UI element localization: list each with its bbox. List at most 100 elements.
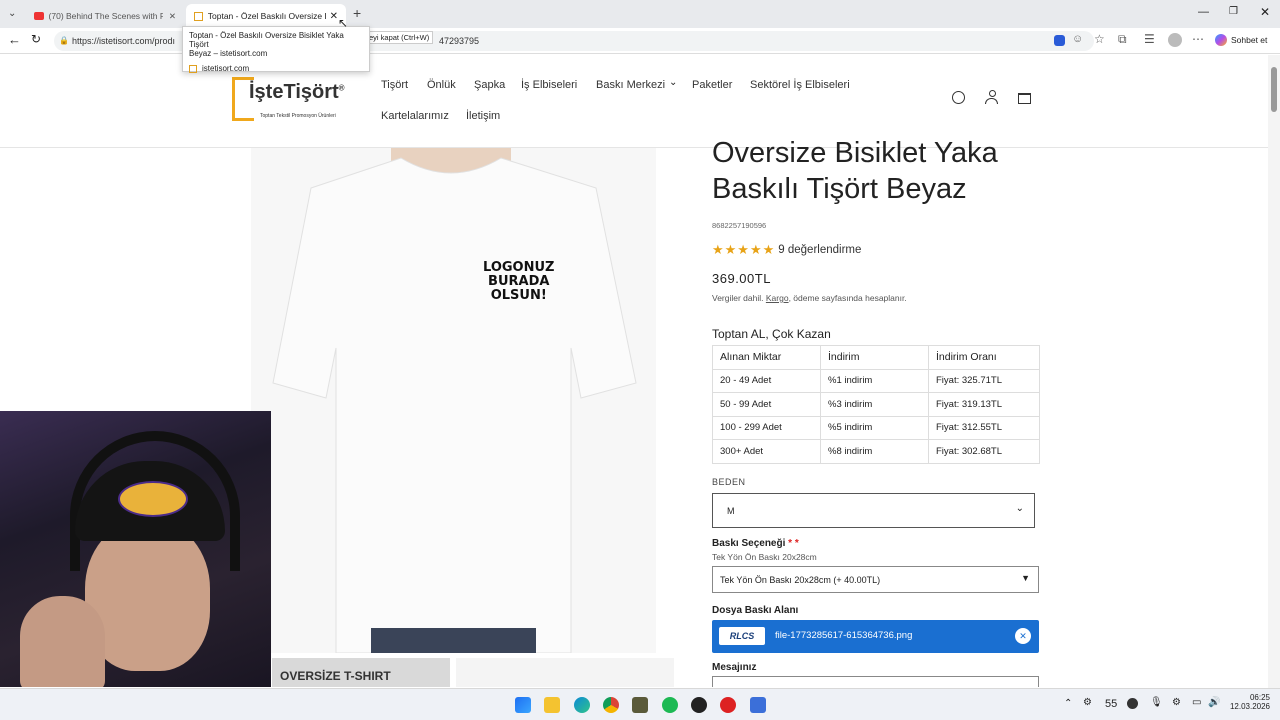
copilot-chat-button[interactable]: Sohbet et xyxy=(1215,34,1267,46)
page-scrollbar[interactable] xyxy=(1268,55,1280,688)
clock[interactable]: 06:25 12.03.2026 xyxy=(1226,693,1270,711)
site-logo[interactable]: İşteTişört® Toptan Tekstil Promosyon Ürü… xyxy=(232,75,357,125)
restore-icon[interactable]: ❐ xyxy=(1229,6,1238,17)
dropdown-arrow-icon: ▼ xyxy=(1021,573,1030,583)
nav-tisort[interactable]: Tişört xyxy=(381,79,408,91)
app-icon[interactable] xyxy=(632,697,648,713)
nav-is-elbiseleri[interactable]: İş Elbiseleri xyxy=(521,79,577,91)
hand-graphic xyxy=(20,596,105,687)
print-option-value: Tek Yön Ön Baskı 20x28cm (+ 40.00TL) xyxy=(720,575,881,585)
tab-list-chevron-icon[interactable]: ⌄ xyxy=(8,8,16,19)
reload-icon[interactable]: ↻ xyxy=(31,32,41,46)
wholesale-table: Alınan Miktar İndirim İndirim Oranı 20 -… xyxy=(712,345,1040,464)
nav-baski-merkezi[interactable]: Baskı Merkezi xyxy=(596,79,665,91)
chevron-down-icon: ⌄ xyxy=(1015,503,1024,514)
back-icon[interactable]: ← xyxy=(8,32,21,47)
emoji-icon[interactable]: ☺ xyxy=(1072,33,1083,45)
more-menu-icon[interactable]: ⋯ xyxy=(1192,32,1204,46)
windows-start-icon[interactable] xyxy=(515,697,531,713)
file-name: file-1773285617-615364736.png xyxy=(775,630,913,641)
close-window-icon[interactable]: ✕ xyxy=(1260,5,1270,19)
webcam-overlay xyxy=(0,411,271,687)
nav-paketler[interactable]: Paketler xyxy=(692,79,732,91)
account-icon[interactable] xyxy=(985,90,999,105)
display-icon[interactable]: ▭ xyxy=(1192,697,1201,708)
tab-close-icon[interactable]: ✕ xyxy=(330,11,338,22)
mouse-cursor: ↖ xyxy=(338,16,349,30)
product-thumbnail-1[interactable]: OVERSİZE T-SHIRT xyxy=(272,658,450,687)
tray-settings-icon[interactable]: ⚙ xyxy=(1172,697,1181,708)
remove-file-icon[interactable]: ✕ xyxy=(1015,628,1031,644)
tshirt-illustration xyxy=(272,148,637,653)
print-option-select[interactable]: Tek Yön Ön Baskı 20x28cm (+ 40.00TL) ▼ xyxy=(712,566,1039,593)
shipping-link[interactable]: Kargo xyxy=(766,293,789,303)
close-tab-hint: eyi kapat (Ctrl+W) xyxy=(365,31,434,44)
product-price: 369.00TL xyxy=(712,271,771,286)
product-sku: 8682257190596 xyxy=(712,221,767,230)
temperature-readout: 55 xyxy=(1105,698,1118,710)
minimize-icon[interactable]: — xyxy=(1198,6,1209,18)
wholesale-title: Toptan AL, Çok Kazan xyxy=(712,327,831,341)
extension-icon[interactable] xyxy=(1054,35,1065,46)
print-option-label: Baskı Seçeneği * * xyxy=(712,538,799,549)
message-input[interactable] xyxy=(712,676,1039,687)
tray-steam-icon[interactable] xyxy=(1127,698,1138,709)
thumbnail-text: OVERSİZE T-SHIRT xyxy=(280,669,391,683)
print-option-subtext: Tek Yön Ön Baskı 20x28cm xyxy=(712,552,817,562)
size-label: BEDEN xyxy=(712,477,746,487)
tray-chevron-icon[interactable]: ⌃ xyxy=(1064,698,1072,709)
spotify-icon[interactable] xyxy=(662,697,678,713)
youtube-icon xyxy=(34,12,44,20)
chrome-icon[interactable] xyxy=(603,697,619,713)
table-row: 100 - 299 Adet %5 indirim Fiyat: 312.55TL xyxy=(712,415,1040,440)
file-badge: RLCS xyxy=(719,627,765,645)
nav-sapka[interactable]: Şapka xyxy=(474,79,505,91)
nav-onluk[interactable]: Önlük xyxy=(427,79,456,91)
table-row: 300+ Adet %8 indirim Fiyat: 302.68TL xyxy=(712,439,1040,464)
size-select[interactable]: M ⌄ xyxy=(712,493,1035,528)
clock-date: 12.03.2026 xyxy=(1229,702,1270,711)
copilot-label: Sohbet et xyxy=(1231,35,1268,45)
tab-close-icon[interactable]: ✕ xyxy=(169,11,176,22)
browser-tab-bar: ⌄ (70) Behind The Scenes with Pros ✕ Top… xyxy=(0,0,1280,28)
web-page: İşteTişört® Toptan Tekstil Promosyon Ürü… xyxy=(0,55,1268,687)
product-thumbnail-2[interactable] xyxy=(456,658,674,687)
tab-inactive[interactable]: (70) Behind The Scenes with Pros ✕ xyxy=(26,4,184,28)
file-explorer-icon[interactable] xyxy=(544,697,560,713)
edge-icon[interactable] xyxy=(574,697,590,713)
extensions-puzzle-icon[interactable]: ⧉ xyxy=(1118,32,1127,47)
profile-avatar[interactable] xyxy=(1168,33,1182,47)
product-title-line1: Oversize Bisiklet Yaka xyxy=(712,137,998,169)
record-app-icon[interactable] xyxy=(720,697,736,713)
new-tab-icon[interactable]: + xyxy=(353,5,361,21)
lock-icon: 🔒 xyxy=(59,36,69,45)
nav-sektorel[interactable]: Sektörel İş Elbiseleri xyxy=(750,79,850,91)
cart-icon[interactable] xyxy=(1018,93,1031,104)
file-upload-field[interactable]: RLCS file-1773285617-615364736.png ✕ xyxy=(712,620,1039,653)
microphone-icon[interactable]: 🎙 xyxy=(1150,697,1163,708)
rating[interactable]: ★★★★★ 9 değerlendirme xyxy=(712,242,861,258)
tab-active[interactable]: Toptan - Özel Baskılı Oversize Bisik ✕ xyxy=(186,4,346,28)
security-app-icon[interactable] xyxy=(750,697,766,713)
volume-icon[interactable]: 🔊 xyxy=(1208,697,1220,708)
nav-kartelalarimiz[interactable]: Kartelalarımız xyxy=(381,110,449,122)
chevron-down-icon: ⌄ xyxy=(669,77,678,88)
size-value: M xyxy=(727,506,735,516)
tooltip-line1: Toptan - Özel Baskılı Oversize Bisiklet … xyxy=(189,31,344,49)
tray-app-icon[interactable]: ⚙ xyxy=(1083,697,1092,708)
nav-iletisim[interactable]: İletişim xyxy=(466,110,500,122)
scrollbar-thumb[interactable] xyxy=(1271,67,1277,112)
favorites-icon[interactable]: ☰ xyxy=(1144,32,1155,46)
tab-hover-tooltip: Toptan - Özel Baskılı Oversize Bisiklet … xyxy=(182,26,370,73)
windows-taskbar: ⌃ ⚙ 55 🎙 ⚙ ▭ 🔊 06:25 12.03.2026 xyxy=(0,688,1280,720)
url-tail: 47293795 xyxy=(439,36,480,46)
search-icon[interactable] xyxy=(952,91,965,104)
message-label: Mesajınız xyxy=(712,662,757,673)
tab-label: Toptan - Özel Baskılı Oversize Bisik xyxy=(207,11,326,21)
favorite-star-icon[interactable]: ☆ xyxy=(1094,32,1105,46)
copilot-icon xyxy=(1215,34,1227,46)
steam-icon[interactable] xyxy=(691,697,707,713)
product-image[interactable]: LOGONUZ BURADA OLSUN! xyxy=(251,148,656,653)
table-row: 20 - 49 Adet %1 indirim Fiyat: 325.71TL xyxy=(712,368,1040,393)
clock-time: 06:25 xyxy=(1249,693,1270,702)
